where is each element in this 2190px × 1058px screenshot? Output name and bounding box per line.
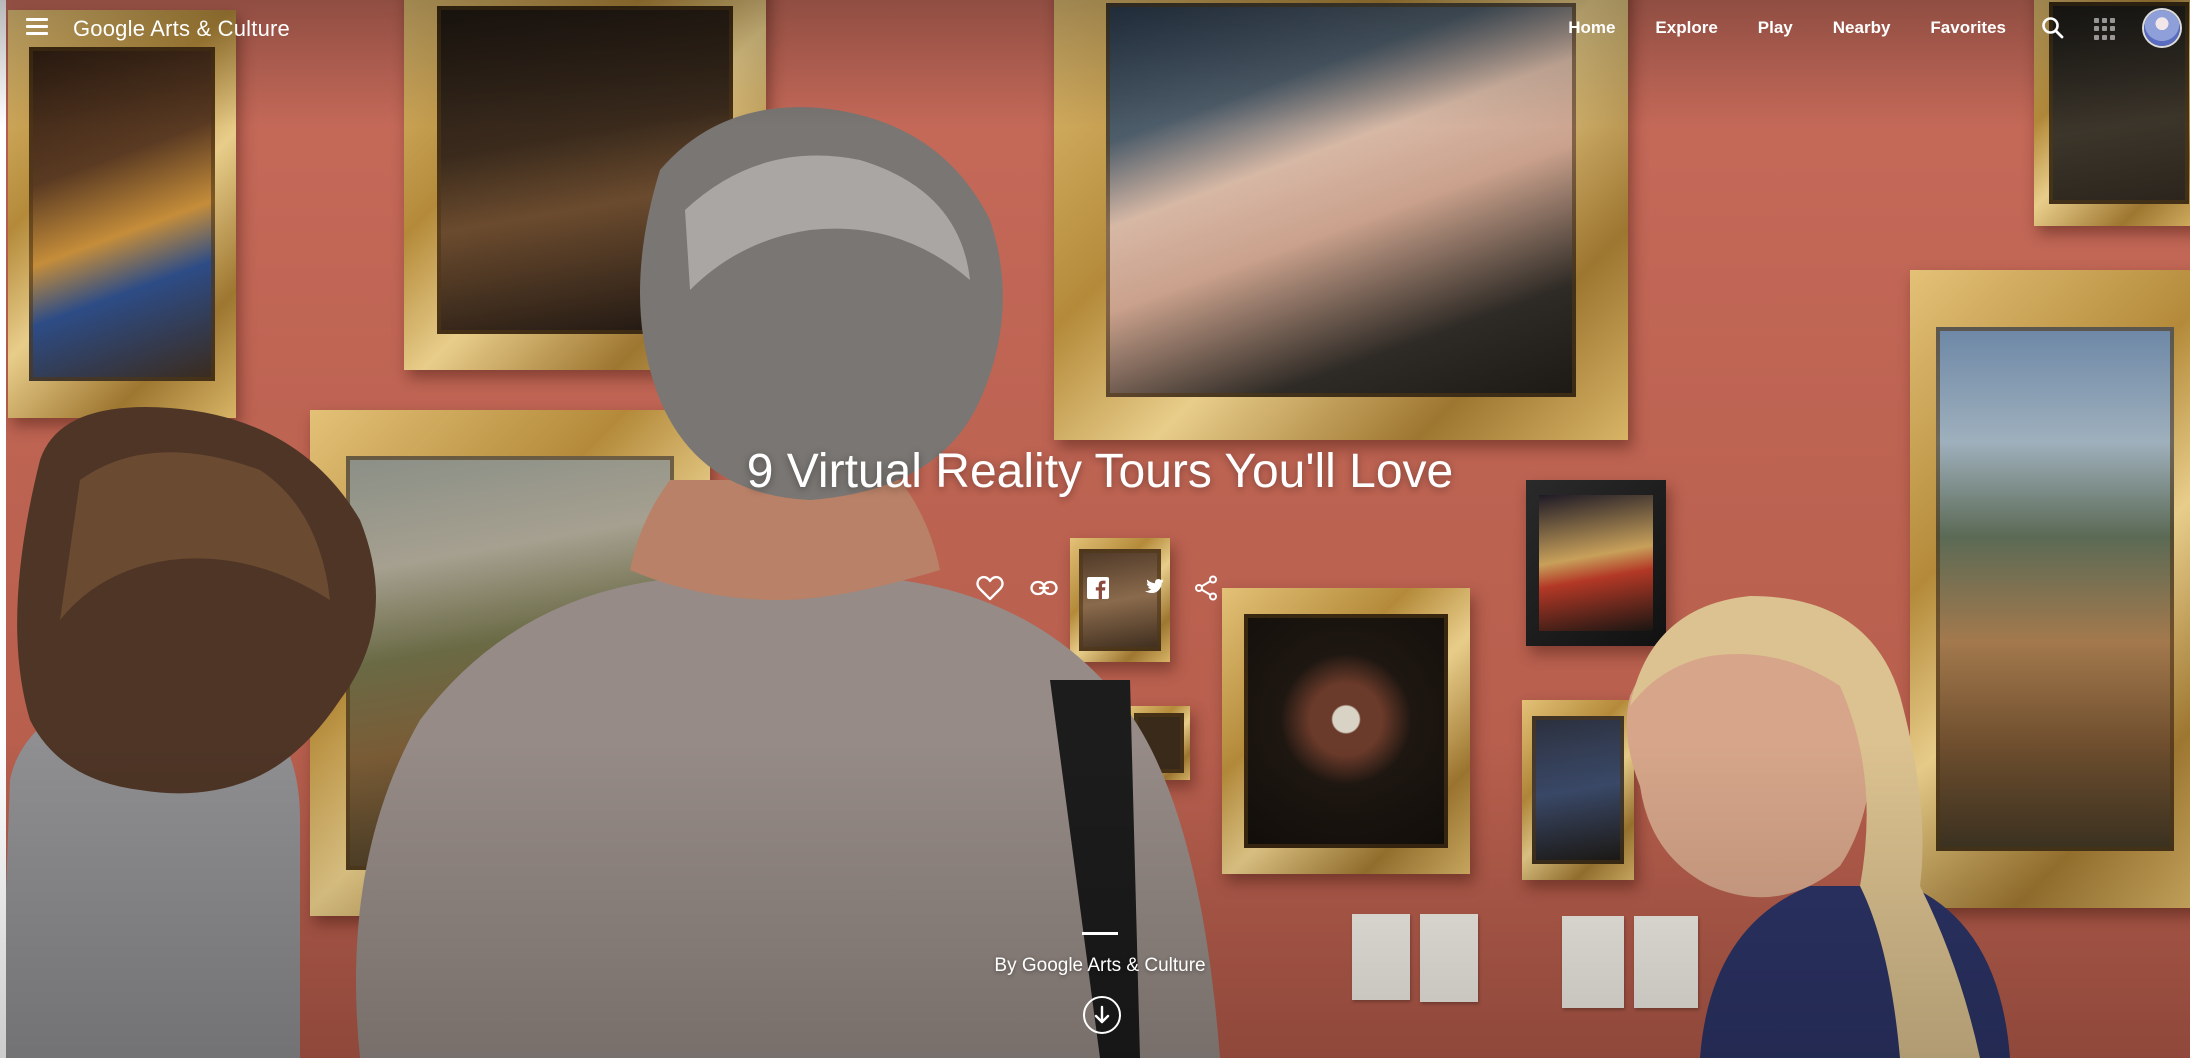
byline-divider — [1082, 932, 1118, 935]
twitter-icon[interactable] — [1134, 570, 1170, 606]
arrow-down-circle-icon[interactable] — [1083, 996, 1121, 1034]
account-avatar[interactable] — [2144, 10, 2180, 46]
main-nav: Home Explore Play Nearby Favorites — [1528, 18, 2006, 38]
top-navigation-bar: Google Arts & Culture Home Explore Play … — [0, 0, 2190, 58]
search-icon[interactable] — [2040, 15, 2066, 41]
menu-icon[interactable] — [24, 16, 50, 38]
share-actions — [972, 570, 1224, 606]
hero-shade-overlay — [0, 0, 2190, 1058]
nav-explore[interactable]: Explore — [1655, 18, 1717, 38]
nav-nearby[interactable]: Nearby — [1833, 18, 1891, 38]
hero-background-image — [0, 0, 2190, 1058]
page-title: 9 Virtual Reality Tours You'll Love — [746, 445, 1454, 498]
heart-icon[interactable] — [972, 570, 1008, 606]
nav-favorites[interactable]: Favorites — [1930, 18, 2006, 38]
site-logo[interactable]: Google Arts & Culture — [73, 16, 290, 42]
nav-play[interactable]: Play — [1758, 18, 1793, 38]
apps-grid-icon[interactable] — [2094, 18, 2116, 40]
share-icon[interactable] — [1188, 570, 1224, 606]
link-icon[interactable] — [1026, 570, 1062, 606]
facebook-icon[interactable] — [1080, 570, 1116, 606]
nav-home[interactable]: Home — [1568, 18, 1615, 38]
author-byline[interactable]: By Google Arts & Culture — [0, 955, 2190, 977]
